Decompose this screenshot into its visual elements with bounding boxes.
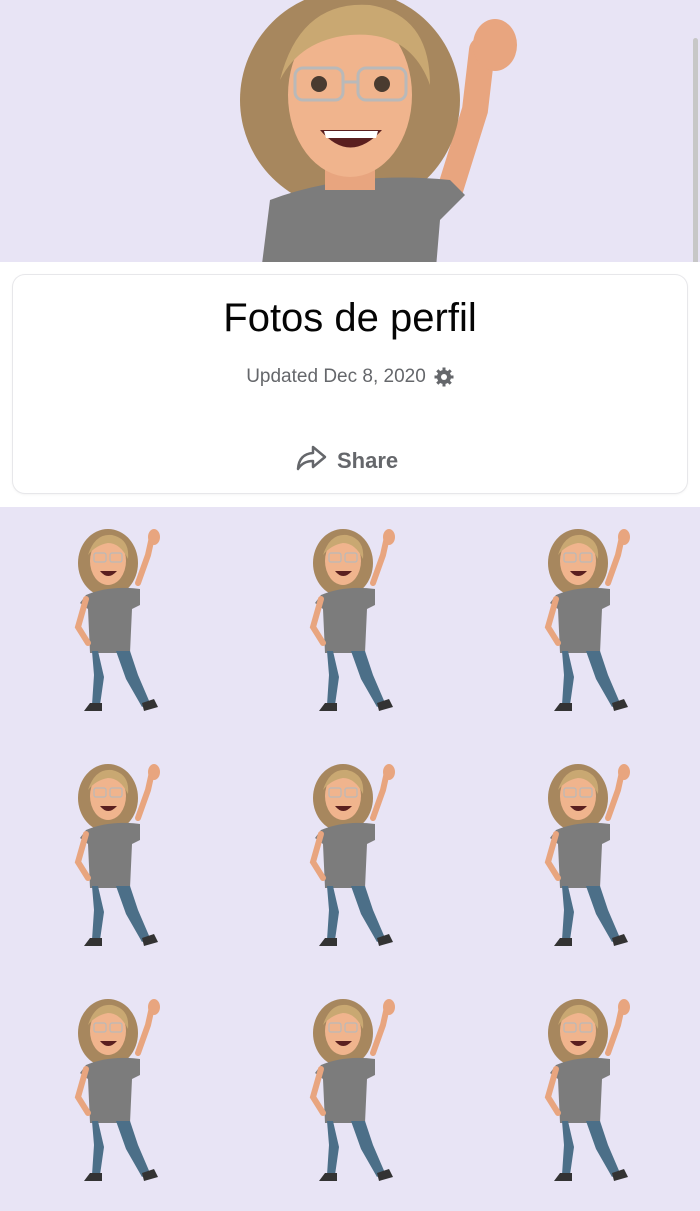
album-updated-row: Updated Dec 8, 2020 <box>0 366 700 388</box>
share-button[interactable]: Share <box>295 444 398 478</box>
avatar-thumbnail-image <box>544 999 630 1181</box>
avatar-thumbnail-image <box>309 999 395 1181</box>
cover-photo[interactable] <box>0 0 700 262</box>
photo-thumbnail[interactable] <box>470 742 700 972</box>
avatar-thumbnail-image <box>309 764 395 946</box>
album-title: Fotos de perfil <box>223 296 477 340</box>
photo-thumbnail[interactable] <box>0 742 230 972</box>
updated-text: Updated Dec 8, 2020 <box>246 366 426 387</box>
photo-thumbnail[interactable] <box>0 507 230 737</box>
gear-icon[interactable] <box>434 367 454 387</box>
avatar-thumbnail-image <box>544 764 630 946</box>
avatar-thumbnail-image <box>74 764 160 946</box>
avatar-thumbnail-image <box>74 999 160 1181</box>
photo-thumbnail[interactable] <box>235 742 465 972</box>
photo-thumbnail[interactable] <box>235 977 465 1207</box>
photo-thumbnail[interactable] <box>470 977 700 1207</box>
avatar-large-image <box>240 0 517 262</box>
photo-thumbnail[interactable] <box>0 977 230 1207</box>
avatar-thumbnail-image <box>309 529 395 711</box>
photo-thumbnail[interactable] <box>235 507 465 737</box>
share-label: Share <box>337 448 399 473</box>
photo-thumbnail[interactable] <box>470 507 700 737</box>
photo-grid <box>0 507 700 1211</box>
share-arrow-icon <box>295 444 327 478</box>
avatar-thumbnail-image <box>74 529 160 711</box>
avatar-thumbnail-image <box>544 529 630 711</box>
